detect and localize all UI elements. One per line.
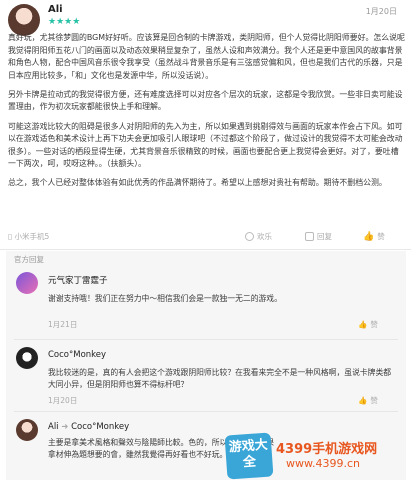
divider <box>14 339 398 340</box>
smile-icon <box>245 232 254 241</box>
review-date: 1月20日 <box>365 7 397 16</box>
reply-arrow-icon: ➜ <box>61 422 72 432</box>
reply-item: Coco°Monkey 我比较迷的是，真的有人会把这个游戏跟阴阳师比较？在我看来… <box>6 341 406 409</box>
like-button[interactable]: 👍 赞 <box>358 395 378 406</box>
replies-panel: 官方回复 元气家丁雷霆子 谢谢支持哦！我们正在努力中～相信我们会是一款独一无二的… <box>6 251 406 480</box>
watermark-title: 4399手机游戏网 <box>276 442 378 457</box>
avatar[interactable] <box>16 272 38 294</box>
watermark-logo: 游戏大全 <box>224 432 274 480</box>
thumbs-up-icon: 👍 <box>358 320 368 329</box>
fun-button[interactable]: 欢乐 <box>245 231 272 242</box>
like-button[interactable]: 👍 赞 <box>358 319 378 330</box>
review-meta: ▯ 小米手机5 欢乐 回复 👍 赞 <box>8 231 406 245</box>
like-button[interactable]: 👍 赞 <box>363 231 385 242</box>
reply-text: 我比较迷的是，真的有人会把这个游戏跟阴阳师比较？在我看来完全不是一种风格啊，虽说… <box>48 368 392 389</box>
device-label: ▯ 小米手机5 <box>8 232 50 241</box>
reply-username[interactable]: Coco°Monkey <box>48 350 106 360</box>
rating-stars: ★★★★ <box>48 17 81 27</box>
thumbs-up-icon: 👍 <box>363 231 375 242</box>
watermark-url: www.4399.cn <box>286 457 360 470</box>
reply-date: 1月21日 <box>48 320 78 329</box>
divider <box>0 249 411 250</box>
review-username[interactable]: Ali <box>48 4 63 15</box>
review-paragraph: 总之，我个人已经对整体体验有如此优秀的作品满怀期待了。希望以上感想对贵社有帮助。… <box>8 178 387 188</box>
review-body: 真好玩，尤其徐梦圆的BGM好好听。应该算是回合制的卡牌游戏，类阴阳师，但个人觉得… <box>8 32 406 197</box>
divider <box>14 411 398 412</box>
reply-button[interactable]: 回复 <box>305 231 332 242</box>
comment-icon <box>305 232 314 241</box>
reply-text: 谢谢支持哦！我们正在努力中～相信我们会是一款独一无二的游戏。 <box>48 294 282 303</box>
avatar[interactable] <box>16 347 38 369</box>
review-paragraph: 真好玩，尤其徐梦圆的BGM好好听。应该算是回合制的卡牌游戏，类阴阳师，但个人觉得… <box>8 33 405 80</box>
site-watermark: 游戏大全 4399手机游戏网 www.4399.cn <box>224 428 406 480</box>
official-reply-label: 官方回复 <box>14 255 44 264</box>
reply-item: 元气家丁雷霆子 谢谢支持哦！我们正在努力中～相信我们会是一款独一无二的游戏。 1… <box>6 265 406 333</box>
avatar[interactable] <box>16 419 38 441</box>
reply-username[interactable]: 元气家丁雷霆子 <box>48 274 108 286</box>
review-paragraph: 可能这游戏比较大的阻碍是很多人对阴阳师的先入为主，所以如果遇到挑剔得效与画面的玩… <box>8 121 403 169</box>
reply-username[interactable]: Ali ➜ Coco°Monkey <box>48 422 129 432</box>
review-card: Ali ★★★★ 1月20日 真好玩，尤其徐梦圆的BGM好好听。应该算是回合制的… <box>0 0 411 248</box>
thumbs-up-icon: 👍 <box>358 396 368 405</box>
phone-icon: ▯ <box>8 232 13 241</box>
review-paragraph: 另外卡牌是拉动式的我觉得很方便，还有难度选择可以对应各个层次的玩家，这都是令我欣… <box>8 89 403 112</box>
reply-date: 1月20日 <box>48 396 78 405</box>
